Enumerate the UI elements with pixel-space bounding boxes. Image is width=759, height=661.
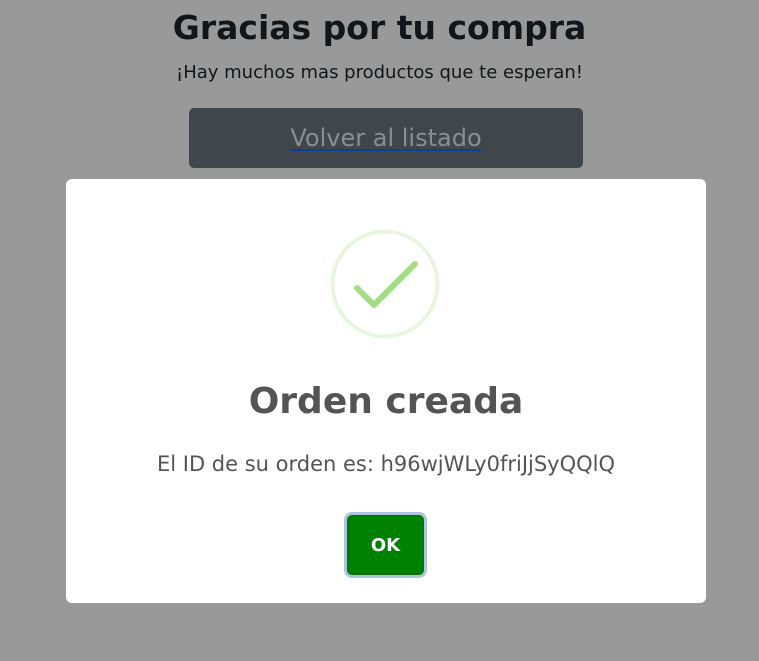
ok-button[interactable]: OK [347, 515, 424, 575]
success-check-icon [330, 229, 440, 339]
order-created-dialog: Orden creada El ID de su orden es: h96wj… [66, 179, 706, 603]
order-id-message: El ID de su orden es: h96wjWLy0friJjSyQQ… [156, 452, 616, 476]
dialog-title: Orden creada [248, 381, 524, 422]
